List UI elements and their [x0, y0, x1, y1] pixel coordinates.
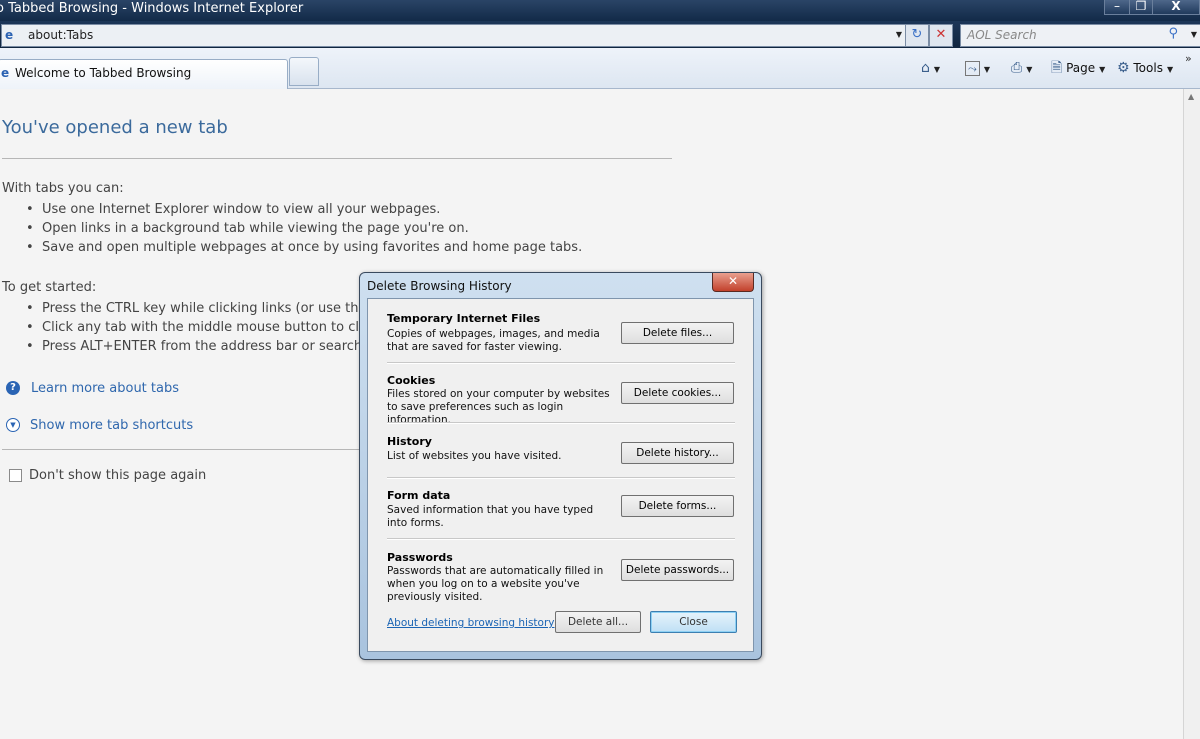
passwords-heading: Passwords [387, 551, 453, 564]
tab-welcome[interactable]: e Welcome to Tabbed Browsing [0, 59, 288, 89]
print-button[interactable]: ⎙ ▼ [1011, 58, 1032, 78]
maximize-button[interactable]: ❐ [1129, 0, 1153, 15]
delete-passwords-button[interactable]: Delete passwords... [621, 559, 734, 581]
minimize-button[interactable]: – [1104, 0, 1130, 15]
divider [387, 362, 735, 364]
list-item: Use one Internet Explorer window to view… [26, 202, 440, 218]
tools-menu[interactable]: ⚙ Tools ▼ [1117, 58, 1173, 78]
dialog-close-icon[interactable]: ✕ [712, 273, 754, 292]
page-icon: 🗎 [1051, 60, 1063, 76]
dont-show-checkbox[interactable] [9, 469, 22, 482]
divider [2, 449, 362, 450]
page-title: You've opened a new tab [2, 117, 228, 138]
window-title-bar: o Tabbed Browsing - Windows Internet Exp… [0, 0, 1200, 21]
list-item: Open links in a background tab while vie… [26, 221, 469, 237]
page-menu[interactable]: 🗎 Page ▼ [1051, 58, 1105, 78]
search-input[interactable]: AOL Search ⚲ ▼ [960, 24, 1200, 47]
divider [387, 538, 735, 540]
divider [387, 422, 735, 424]
delete-all-button[interactable]: Delete all... [555, 611, 641, 633]
address-bar[interactable]: e about:Tabs ▼ [1, 24, 906, 47]
list-item: Click any tab with the middle mouse butt… [26, 320, 382, 336]
about-deleting-link[interactable]: About deleting browsing history [387, 617, 555, 630]
chevron-down-icon[interactable]: ▼ [1026, 65, 1032, 74]
ie-page-icon: e [5, 28, 14, 42]
form-data-description: Saved information that you have typed in… [387, 504, 594, 529]
delete-forms-button[interactable]: Delete forms... [621, 495, 734, 517]
cookies-heading: Cookies [387, 374, 436, 387]
page-scrollbar[interactable]: ▲ [1183, 89, 1200, 739]
chevron-down-icon: ▼ [1099, 65, 1106, 74]
address-dropdown-icon[interactable]: ▼ [896, 30, 902, 39]
home-icon: ⌂ [921, 60, 930, 76]
form-data-heading: Form data [387, 489, 451, 502]
ie-tab-icon: e [1, 66, 10, 80]
window-close-button[interactable]: X [1152, 0, 1200, 15]
delete-history-button[interactable]: Delete history... [621, 442, 734, 464]
list-item: Save and open multiple webpages at once … [26, 240, 582, 256]
search-icon[interactable]: ⚲ [1168, 26, 1178, 41]
help-icon[interactable]: ? [6, 381, 20, 395]
tools-menu-label: Tools [1133, 61, 1163, 75]
page-menu-label: Page [1066, 61, 1096, 75]
temp-files-description: Copies of webpages, images, and media th… [387, 328, 600, 353]
scroll-up-icon[interactable]: ▲ [1188, 92, 1194, 101]
tab-label: Welcome to Tabbed Browsing [15, 66, 192, 80]
print-icon: ⎙ [1011, 60, 1023, 76]
passwords-description: Passwords that are automatically filled … [387, 565, 604, 603]
history-description: List of websites you have visited. [387, 450, 562, 462]
chevron-down-icon[interactable]: ▼ [934, 65, 940, 74]
dialog-title: Delete Browsing History [367, 279, 512, 293]
new-tab-button[interactable] [289, 57, 319, 86]
delete-files-button[interactable]: Delete files... [621, 322, 734, 344]
refresh-icon[interactable]: ↻ [905, 24, 929, 47]
rss-icon: ⤳ [965, 61, 980, 76]
dialog-body: Temporary Internet Files Copies of webpa… [367, 298, 754, 652]
delete-cookies-button[interactable]: Delete cookies... [621, 382, 734, 404]
feeds-button[interactable]: ⤳ ▼ [965, 58, 990, 78]
learn-more-link[interactable]: Learn more about tabs [31, 381, 179, 397]
list-item: Press the CTRL key while clicking links … [26, 301, 383, 317]
window-title: o Tabbed Browsing - Windows Internet Exp… [0, 1, 304, 16]
chevron-down-icon: ▼ [1166, 65, 1174, 74]
show-shortcuts-link[interactable]: Show more tab shortcuts [30, 418, 193, 434]
dont-show-label: Don't show this page again [29, 468, 207, 483]
delete-browsing-history-dialog: Delete Browsing History ✕ Temporary Inte… [359, 272, 762, 660]
stop-icon[interactable]: ✕ [929, 24, 953, 47]
search-dropdown-icon[interactable]: ▼ [1191, 30, 1197, 39]
divider [2, 158, 672, 159]
home-button[interactable]: ⌂ ▼ [921, 58, 940, 78]
close-button[interactable]: Close [650, 611, 737, 633]
divider [387, 477, 735, 479]
get-started-heading: To get started: [2, 280, 97, 295]
temp-files-heading: Temporary Internet Files [387, 312, 541, 325]
address-url[interactable]: about:Tabs [28, 27, 93, 44]
more-commands-icon[interactable]: » [1185, 52, 1192, 65]
list-item: Press ALT+ENTER from the address bar or … [26, 339, 382, 355]
gear-icon: ⚙ [1117, 60, 1130, 76]
expand-down-icon[interactable]: ▼ [6, 418, 20, 432]
history-heading: History [387, 435, 432, 448]
with-tabs-heading: With tabs you can: [2, 181, 124, 196]
search-placeholder: AOL Search [967, 28, 1037, 42]
chevron-down-icon[interactable]: ▼ [984, 65, 990, 74]
